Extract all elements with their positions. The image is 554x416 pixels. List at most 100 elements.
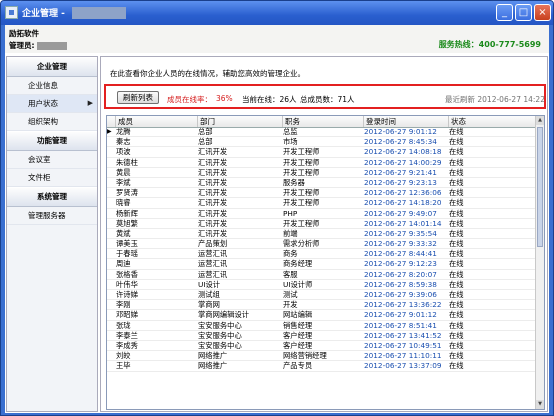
cell-position: 开发工程师 — [283, 218, 320, 228]
table-row[interactable]: 于春瑶 运营汇讯 商务 2012-06-27 8:44:41 在线 — [107, 249, 536, 260]
maximize-button[interactable]: □ — [515, 4, 532, 21]
cell-status: 在线 — [449, 228, 464, 238]
app-icon — [5, 6, 18, 19]
cell-status: 在线 — [449, 340, 464, 350]
cell-status: 在线 — [449, 320, 464, 330]
scroll-up-icon[interactable]: ▲ — [536, 116, 544, 125]
cell-member-name: 李成秀 — [116, 340, 138, 350]
table-row[interactable]: 莫旭繁 汇讯开发 开发工程师 2012-06-27 14:01:14 在线 — [107, 219, 536, 229]
sidebar-item-label: 用户状态 — [28, 99, 58, 108]
sidebar-item[interactable]: 会议室 — [7, 151, 97, 169]
cell-login-time: 2012-06-27 13:41:52 — [364, 330, 442, 340]
sidebar-item[interactable]: 组织架构 — [7, 113, 97, 131]
table-row[interactable]: 叶伟华 UI设计 UI设计师 2012-06-27 8:59:38 在线 — [107, 280, 536, 290]
cell-member-name: 李斌 — [116, 177, 131, 187]
column-header-department[interactable]: 部门 — [198, 116, 283, 127]
cell-department: 宝安服务中心 — [198, 330, 242, 340]
cell-member-name: 周迪 — [116, 259, 131, 269]
cell-login-time: 2012-06-27 13:37:09 — [364, 361, 442, 371]
cell-status: 在线 — [449, 249, 464, 259]
title-bar[interactable]: 企业管理 - _ □ × — [1, 1, 553, 25]
cell-member-name: 王毕 — [116, 361, 131, 371]
cell-department: 汇讯开发 — [198, 228, 228, 238]
sidebar-item[interactable]: 管理服务器 — [7, 207, 97, 225]
cell-position: 产品专员 — [283, 361, 313, 371]
column-header-login-time[interactable]: 登录时间 — [364, 116, 449, 127]
table-row[interactable]: 罗贤涛 汇讯开发 开发工程师 2012-06-27 12:36:06 在线 — [107, 188, 536, 199]
cell-department: 网络推广 — [198, 361, 228, 371]
cell-department: 汇讯开发 — [198, 208, 228, 218]
cell-status: 在线 — [449, 157, 464, 167]
cell-position: 市场 — [283, 137, 298, 147]
redacted-admin-name — [36, 42, 67, 50]
window-title: 企业管理 - — [22, 9, 65, 19]
cell-member-name: 晓睿 — [116, 198, 131, 208]
vertical-scrollbar[interactable]: ▲ ▼ — [535, 116, 544, 409]
table-row[interactable]: 张格香 运营汇讯 客服 2012-06-27 8:20:07 在线 — [107, 270, 536, 280]
table-row[interactable]: 李成秀 宝安服务中心 客户经理 2012-06-27 10:49:51 在线 — [107, 340, 536, 352]
column-header-member[interactable]: 成员 — [116, 116, 198, 127]
total-members-count: 总成员数：71人 — [300, 95, 355, 104]
cell-member-name: 邓昭娣 — [116, 310, 138, 320]
current-online-count: 当前在线：26人 — [242, 95, 297, 104]
sidebar-section-title: 系统管理 — [7, 187, 97, 207]
table-row[interactable]: 王毕 网络推广 产品专员 2012-06-27 13:37:09 在线 — [107, 361, 536, 372]
cell-position: UI设计师 — [283, 279, 313, 289]
table-row[interactable]: 黄晨 汇讯开发 开发工程师 2012-06-27 9:21:41 在线 — [107, 168, 536, 178]
cell-member-name: 谭美玉 — [116, 239, 138, 249]
cell-position: PHP — [283, 208, 298, 218]
close-button[interactable]: × — [534, 4, 551, 21]
cell-member-name: 罗贤涛 — [116, 188, 138, 198]
cell-position: 测试 — [283, 290, 298, 299]
table-row[interactable]: 邓昭娣 掌商网编辑设计 网站编辑 2012-06-27 9:01:12 在线 — [107, 310, 536, 321]
sidebar-item[interactable]: 用户状态 ▶ — [7, 95, 97, 113]
cell-position: 开发 — [283, 300, 298, 310]
refresh-list-button[interactable]: 刷新列表 — [117, 91, 159, 104]
redacted-title-block — [72, 7, 126, 19]
scrollbar-thumb[interactable] — [537, 127, 543, 247]
table-row[interactable]: 李刚 掌商网 开发 2012-06-27 13:36:22 在线 — [107, 300, 536, 311]
table-row[interactable]: 朱德柱 汇讯开发 开发工程师 2012-06-27 14:00:29 在线 — [107, 158, 536, 168]
cell-login-time: 2012-06-27 8:59:38 — [364, 279, 437, 289]
window-body: 励拓软件 管理员: 服务热线：400-777-5699 企业管理 企业信息 用户状态… — [5, 25, 549, 413]
cell-department: 运营汇讯 — [198, 259, 228, 269]
cell-position: 前端 — [283, 228, 298, 238]
cell-login-time: 2012-06-27 8:45:34 — [364, 137, 437, 147]
table-row[interactable]: 黄斌 汇讯开发 前端 2012-06-27 9:35:54 在线 — [107, 228, 536, 240]
table-row[interactable]: 谭美玉 产品策划 需求分析师 2012-06-27 9:33:32 在线 — [107, 239, 536, 250]
scroll-down-icon[interactable]: ▼ — [536, 400, 544, 409]
minimize-button[interactable]: _ — [496, 4, 513, 21]
column-header-status[interactable]: 状态 — [449, 116, 536, 127]
cell-status: 在线 — [449, 330, 464, 340]
sidebar-item[interactable]: 企业信息 — [7, 77, 97, 95]
cell-member-name: 黄晨 — [116, 167, 131, 177]
cell-department: 汇讯开发 — [198, 177, 228, 187]
cell-department: 运营汇讯 — [198, 269, 228, 279]
row-marker-header — [107, 116, 116, 127]
cell-department: 汇讯开发 — [198, 147, 228, 157]
table-row[interactable]: 张珑 宝安服务中心 销售经理 2012-06-27 8:51:41 在线 — [107, 321, 536, 331]
cell-login-time: 2012-06-27 12:36:06 — [364, 188, 442, 198]
cell-status: 在线 — [449, 279, 464, 289]
table-row[interactable]: 许诗娣 测试组 测试 2012-06-27 9:39:06 在线 — [107, 290, 536, 301]
table-row[interactable]: 晓睿 汇讯开发 开发工程师 2012-06-27 14:18:20 在线 — [107, 198, 536, 209]
table-row[interactable]: 杨新辉 汇讯开发 PHP 2012-06-27 9:49:07 在线 — [107, 209, 536, 219]
online-rate-label: 成员在线率： — [167, 95, 212, 104]
table-row[interactable]: 秦志 总部 市场 2012-06-27 8:45:34 在线 — [107, 137, 536, 148]
cell-position: 需求分析师 — [283, 239, 320, 249]
table-row[interactable]: 周迪 运营汇讯 商务经理 2012-06-27 9:12:23 在线 — [107, 259, 536, 270]
cell-login-time: 2012-06-27 14:18:20 — [364, 198, 442, 208]
cell-position: 商务 — [283, 249, 298, 259]
table-row[interactable]: ▶ 龙腾 总部 总监 2012-06-27 9:01:12 在线 — [107, 127, 536, 138]
column-header-position[interactable]: 职务 — [283, 116, 364, 127]
cell-login-time: 2012-06-27 9:23:13 — [364, 177, 437, 187]
cell-position: 销售经理 — [283, 320, 313, 330]
sidebar-item[interactable]: 文件柜 — [7, 169, 97, 187]
table-row[interactable]: 李斌 汇讯开发 服务器 2012-06-27 9:23:13 在线 — [107, 177, 536, 189]
table-row[interactable]: 李泰兰 宝安服务中心 客户经理 2012-06-27 13:41:52 在线 — [107, 331, 536, 341]
cell-login-time: 2012-06-27 13:36:22 — [364, 300, 442, 310]
table-row[interactable]: 刘皎 网络推广 网络营销经理 2012-06-27 11:10:11 在线 — [107, 351, 536, 362]
cell-position: 商务经理 — [283, 259, 313, 269]
cell-status: 在线 — [449, 127, 464, 136]
table-row[interactable]: 项波 汇讯开发 开发工程师 2012-06-27 14:08:18 在线 — [107, 147, 536, 158]
